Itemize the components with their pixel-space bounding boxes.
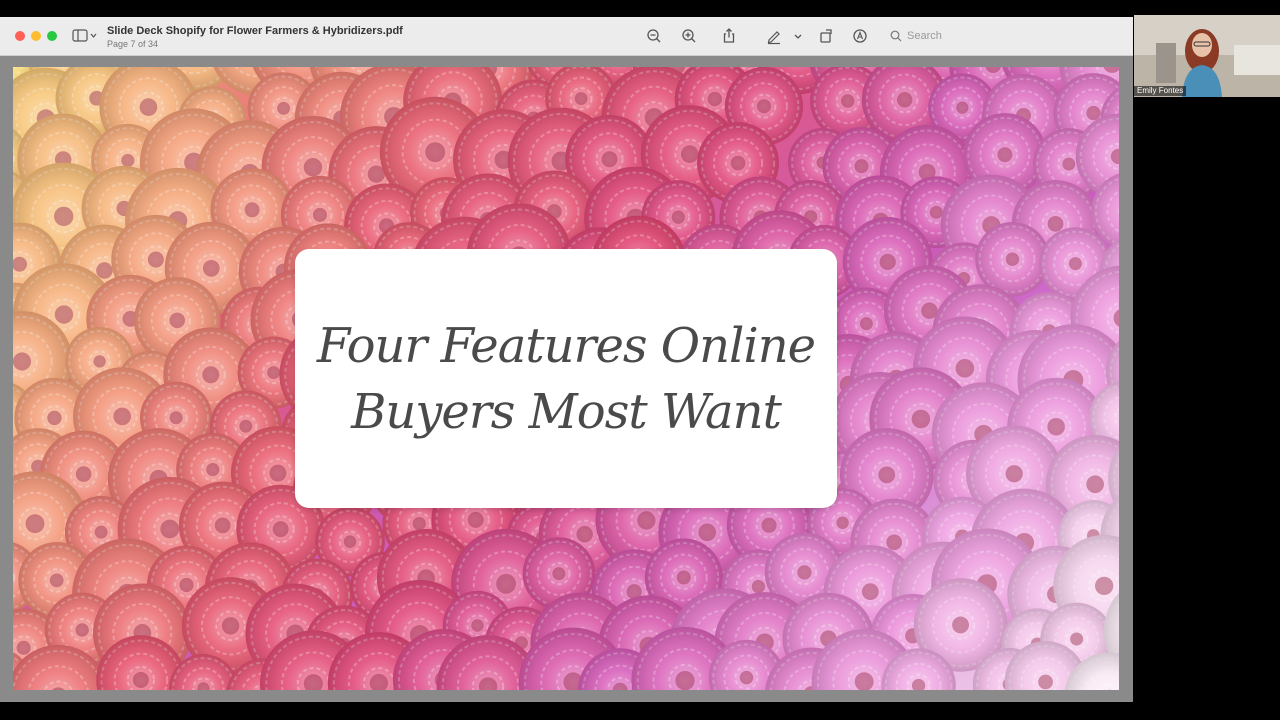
document-title-area: Slide Deck Shopify for Flower Farmers & …: [107, 25, 403, 50]
zoom-in-button[interactable]: [680, 27, 698, 45]
participant-name-label: Emily Fontes: [1134, 86, 1187, 96]
search-icon: [890, 30, 902, 42]
chevron-down-icon: [794, 34, 802, 39]
pdf-page[interactable]: Four Features Online Buyers Most Want: [13, 67, 1119, 690]
slide-title-line-1: Four Features Online: [316, 317, 816, 374]
zoom-out-button[interactable]: [645, 27, 663, 45]
markup-button[interactable]: [765, 27, 783, 45]
title-bar: Slide Deck Shopify for Flower Farmers & …: [0, 17, 1133, 56]
participant-video-image: [1134, 15, 1280, 97]
zoom-out-icon: [647, 29, 661, 43]
fullscreen-button[interactable]: [47, 31, 57, 41]
rotate-icon: [820, 29, 832, 43]
document-content-area[interactable]: Four Features Online Buyers Most Want: [0, 56, 1133, 702]
sidebar-toggle-button[interactable]: [72, 28, 98, 44]
page-indicator: Page 7 of 34: [107, 39, 159, 49]
markup-menu-button[interactable]: [792, 27, 804, 45]
markup-pen-icon: [767, 31, 780, 45]
zoom-in-icon: [682, 29, 696, 43]
sidebar-toggle-icon: [72, 29, 97, 42]
search-field[interactable]: Search: [884, 26, 1128, 46]
participant-video-tile[interactable]: Emily Fontes: [1134, 15, 1280, 97]
share-button[interactable]: [720, 27, 738, 45]
slide-title-card: Four Features Online Buyers Most Want: [295, 249, 837, 508]
minimize-button[interactable]: [31, 31, 41, 41]
annotate-button[interactable]: [851, 27, 869, 45]
search-placeholder: Search: [907, 30, 942, 42]
rotate-button[interactable]: [817, 27, 835, 45]
document-title: Slide Deck Shopify for Flower Farmers & …: [107, 25, 403, 37]
slide-title-line-2: Buyers Most Want: [351, 383, 782, 440]
preview-window: Slide Deck Shopify for Flower Farmers & …: [0, 17, 1133, 702]
close-button[interactable]: [15, 31, 25, 41]
share-icon: [723, 28, 735, 43]
annotate-icon: [853, 29, 867, 43]
